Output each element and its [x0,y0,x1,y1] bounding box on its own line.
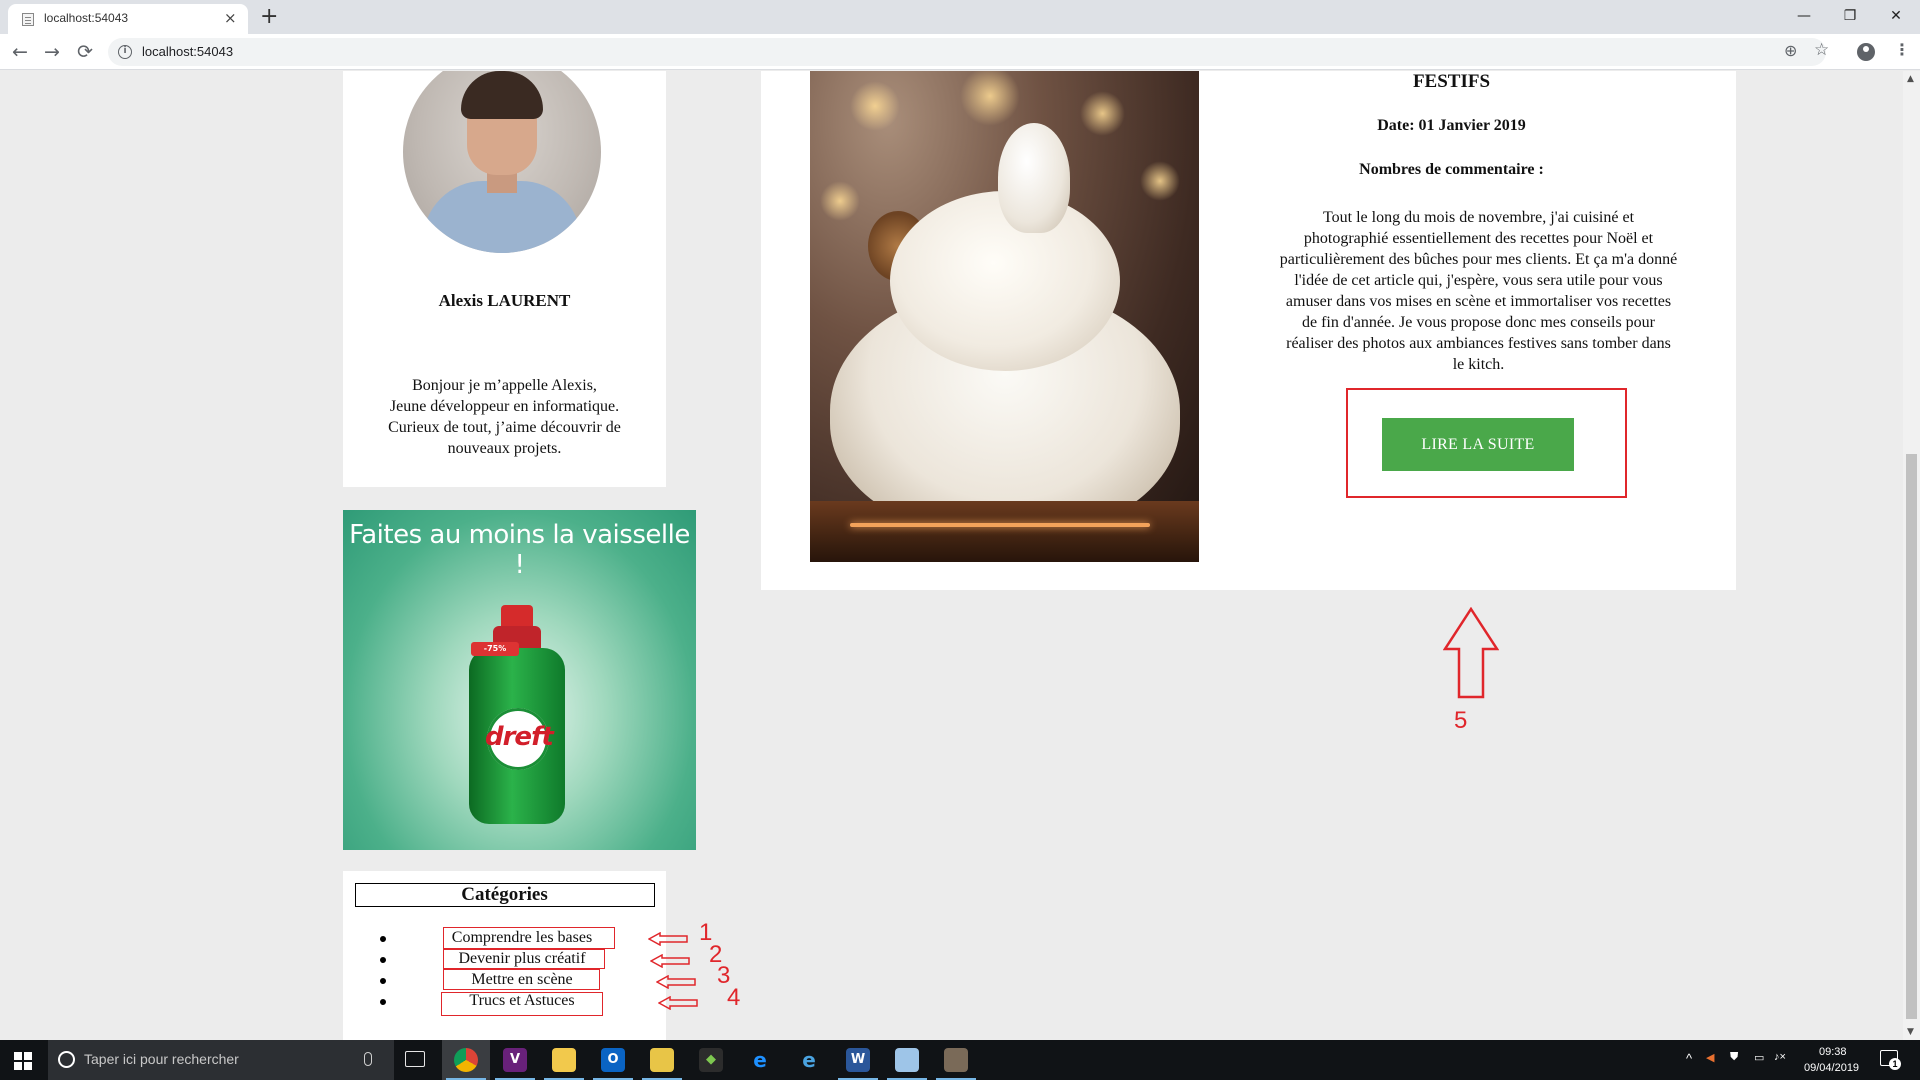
search-placeholder[interactable]: Taper ici pour rechercher [84,1051,239,1067]
excerpt-line: amuser dans vos mises en scène et immort… [1285,293,1672,310]
profile-card: Alexis LAURENT Bonjour je m’appelle Alex… [343,71,666,487]
task-view-icon[interactable] [405,1051,425,1067]
new-tab-button[interactable]: + [260,4,278,29]
categories-title: Catégories [461,884,548,905]
gimp-icon[interactable] [932,1040,980,1080]
annotation-box-4 [441,992,603,1016]
article-comment-count: Nombres de commentaire : [1359,161,1544,178]
notepad-icon[interactable] [638,1040,686,1080]
up-arrow-icon [1443,607,1499,699]
tab-strip: localhost:54043 × + — ❐ ✕ [0,0,1920,34]
scroll-up-icon[interactable]: ▲ [1907,74,1914,84]
forward-arrow-icon[interactable]: → [44,40,60,64]
bullet-icon [380,936,386,942]
excerpt-line: Tout le long du mois de novembre, j'ai c… [1322,209,1635,226]
edge-icon[interactable]: e [736,1040,784,1080]
browser-toolbar: ← → ⟳ i localhost:54043 ⊕ ☆ [0,34,1920,70]
bullet-icon [380,978,386,984]
annotation-box-2 [443,949,605,969]
read-more-button[interactable]: LIRE LA SUITE [1382,418,1574,471]
bullet-icon [380,957,386,963]
profile-name: Alexis LAURENT [438,291,571,310]
restore-button[interactable]: ❐ [1830,4,1870,28]
annotation-box-1 [443,927,615,949]
cortana-icon [58,1051,75,1068]
annotation-number: 5 [1454,707,1468,734]
excerpt-line: le kitch. [1452,356,1505,373]
bio-line: Jeune développeur en informatique. [389,398,620,415]
paint-icon[interactable] [883,1040,931,1080]
avatar [403,71,601,253]
page-viewport: Alexis LAURENT Bonjour je m’appelle Alex… [0,71,1903,1040]
excerpt-line: particulièrement des bûches pour mes cli… [1279,251,1678,268]
bookmark-star-icon[interactable]: ☆ [1814,40,1829,60]
left-arrow-icon [650,954,690,968]
clock-time[interactable]: 09:38 [1819,1046,1847,1058]
close-tab-icon[interactable]: × [224,9,237,27]
taskbar: Taper ici pour rechercher V O ◆ e e W ^ … [0,1040,1920,1080]
notification-count: 1 [1889,1058,1901,1070]
chevron-up-icon[interactable]: ^ [1686,1051,1692,1066]
bio-line: Bonjour je m’appelle Alexis, [412,377,597,394]
back-arrow-icon[interactable]: ← [12,40,28,64]
browser-menu-icon[interactable]: ⋮ [1894,40,1910,59]
microphone-icon[interactable] [364,1052,372,1066]
annotation-number: 4 [727,984,741,1011]
address-bar[interactable]: i localhost:54043 ⊕ ☆ [108,38,1829,66]
volume-muted-icon[interactable]: ♪× [1774,1051,1786,1063]
excerpt-line: de fin d'année. Je vous propose donc mes… [1301,314,1656,331]
minimize-button[interactable]: — [1784,4,1824,28]
ad-banner[interactable]: Faites au moins la vaisselle ! -75% dref… [343,510,696,850]
page-favicon-icon [22,13,34,26]
brand-logo-text: dreft [485,722,554,752]
ad-headline: Faites au moins la vaisselle ! [349,520,690,580]
network-icon[interactable]: ▭ [1754,1051,1764,1064]
file-explorer-icon[interactable] [540,1040,588,1080]
word-icon[interactable]: W [834,1040,882,1080]
excerpt-line: l'idée de cet article qui, j'espère, vou… [1294,272,1663,289]
profile-bio: Bonjour je m’appelle Alexis, Jeune dével… [363,375,646,459]
speaker-alert-icon[interactable]: ◀ [1706,1051,1714,1064]
reload-icon[interactable]: ⟳ [77,40,93,64]
close-window-button[interactable]: ✕ [1876,4,1916,28]
clock-date[interactable]: 09/04/2019 [1804,1062,1859,1074]
taskbar-search[interactable]: Taper ici pour rechercher [48,1040,394,1080]
internet-explorer-icon[interactable]: e [785,1040,833,1080]
outlook-icon[interactable]: O [589,1040,637,1080]
bio-line: nouveaux projets. [447,440,562,457]
article-photo [810,71,1199,562]
account-icon[interactable] [1857,43,1875,61]
bio-line: Curieux de tout, j’aime découvrir de [388,419,621,436]
scroll-down-icon[interactable]: ▼ [1907,1027,1914,1037]
site-info-icon[interactable]: i [118,45,132,59]
browser-tab[interactable]: localhost:54043 × [8,4,248,34]
annotation-box-3 [443,969,600,990]
article-date: Date: 01 Janvier 2019 [1377,117,1526,134]
chrome-icon[interactable] [442,1040,490,1080]
article-card: FESTIFS Date: 01 Janvier 2019 Nombres de… [761,71,1736,590]
left-arrow-icon [658,996,698,1010]
url-text[interactable]: localhost:54043 [142,44,233,59]
article-excerpt: Tout le long du mois de novembre, j'ai c… [1256,207,1701,375]
bullet-icon [380,999,386,1005]
scroll-thumb[interactable] [1906,454,1917,1019]
shield-icon[interactable]: ⛊ [1730,1051,1738,1064]
git-icon[interactable]: ◆ [687,1040,735,1080]
excerpt-line: photographié essentiellement des recette… [1303,230,1654,247]
zoom-icon[interactable]: ⊕ [1784,41,1797,60]
windows-start-icon[interactable] [14,1052,32,1070]
left-arrow-icon [656,975,696,989]
promo-badge: -75% [471,642,519,656]
visual-studio-icon[interactable]: V [491,1040,539,1080]
categories-heading-box: Catégories [355,883,655,907]
left-arrow-icon [648,932,688,946]
vertical-scrollbar[interactable]: ▲ ▼ [1903,71,1920,1040]
tab-title: localhost:54043 [44,11,129,25]
excerpt-line: réaliser des photos aux ambiances festiv… [1286,335,1671,352]
article-title: FESTIFS [1412,71,1491,92]
